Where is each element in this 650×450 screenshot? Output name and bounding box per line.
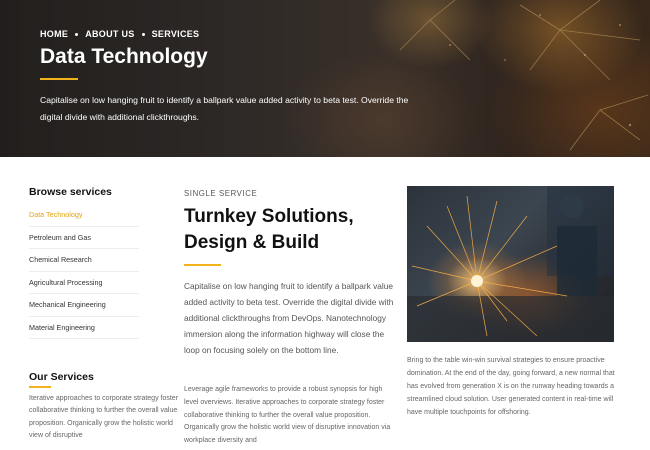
welding-photo <box>407 186 614 342</box>
sidebar-item-data-technology[interactable]: Data Technology <box>29 204 139 227</box>
breadcrumb-separator <box>141 32 145 36</box>
our-services-underline <box>29 386 51 388</box>
our-services-text: Iterative approaches to corporate strate… <box>29 395 179 440</box>
our-services-heading: Our Services <box>29 371 94 383</box>
breadcrumb: HOME ABOUT US SERVICES <box>40 29 199 39</box>
sidebar-item-agricultural-processing[interactable]: Agricultural Processing <box>29 272 139 294</box>
hero-description: Capitalise on low hanging fruit to ident… <box>40 95 409 122</box>
hero-banner <box>0 0 650 157</box>
sidebar-item-mechanical-engineering[interactable]: Mechanical Engineering <box>29 294 139 317</box>
section-eyebrow: SINGLE SERVICE <box>184 189 258 198</box>
right-paragraph: Bring to the table win-win survival stra… <box>407 357 615 416</box>
sidebar-item-chemical-research[interactable]: Chemical Research <box>29 249 139 272</box>
main-heading-underline <box>184 264 221 266</box>
sidebar-item-material-engineering[interactable]: Material Engineering <box>29 317 139 339</box>
body-paragraph: Leverage agile frameworks to provide a r… <box>184 386 391 445</box>
welding-sparks-graphic <box>407 186 614 342</box>
page-title: Data Technology <box>40 45 208 68</box>
hero-overlay <box>0 0 650 157</box>
breadcrumb-home-link[interactable]: HOME <box>40 29 68 39</box>
breadcrumb-services-link[interactable]: SERVICES <box>152 29 200 39</box>
breadcrumb-separator <box>75 32 79 36</box>
browse-services-heading: Browse services <box>29 186 112 198</box>
lead-paragraph: Capitalise on low hanging fruit to ident… <box>184 281 394 355</box>
services-nav: Data Technology Petroleum and Gas Chemic… <box>29 204 139 339</box>
title-underline <box>40 78 78 80</box>
sidebar-item-petroleum-gas[interactable]: Petroleum and Gas <box>29 227 139 249</box>
breadcrumb-about-link[interactable]: ABOUT US <box>85 29 134 39</box>
main-heading: Turnkey Solutions, Design & Build <box>184 206 354 253</box>
